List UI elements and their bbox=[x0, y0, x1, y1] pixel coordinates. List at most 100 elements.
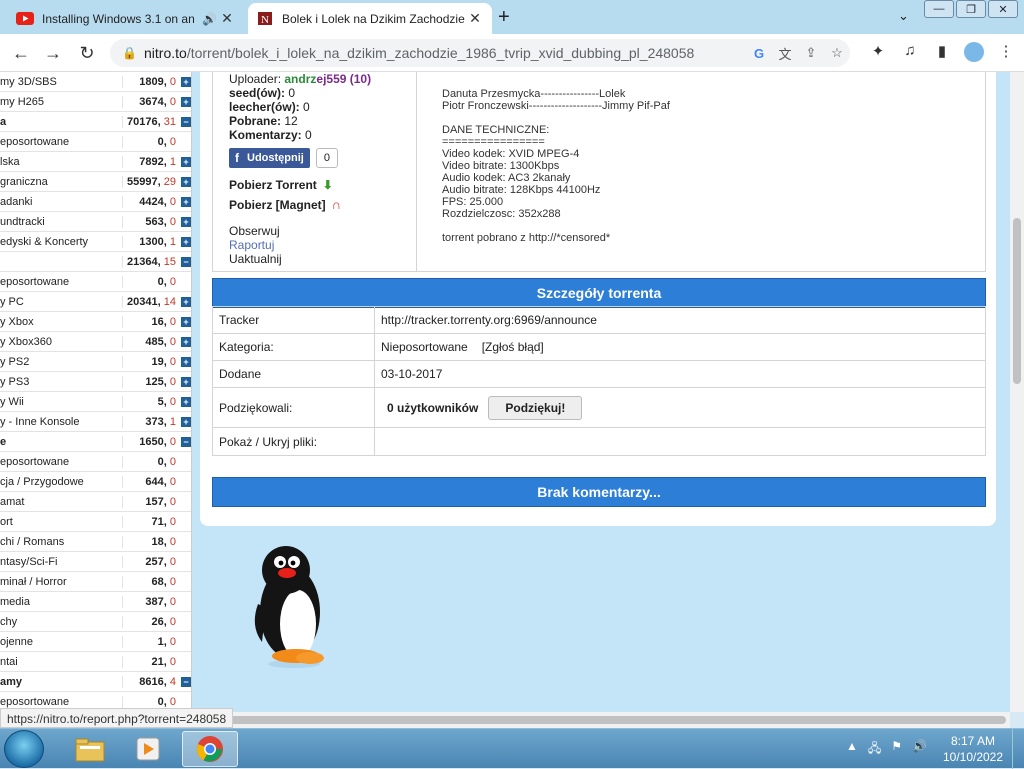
expand-icon[interactable]: + bbox=[181, 96, 191, 107]
network-icon[interactable]: 🖧 bbox=[868, 739, 881, 760]
sidebar-category-row[interactable]: my 3D/SBS 1809, 0 + bbox=[0, 72, 191, 92]
show-hidden-icons[interactable]: ▲ bbox=[846, 739, 858, 760]
category-name[interactable]: ntasy/Sci-Fi bbox=[0, 556, 122, 568]
expand-icon[interactable]: + bbox=[181, 76, 191, 87]
category-name[interactable]: my 3D/SBS bbox=[0, 76, 122, 88]
sidebar-category-row[interactable]: y PS2 19, 0 + bbox=[0, 352, 191, 372]
sidebar-category-row[interactable]: ntai 21, 0 bbox=[0, 652, 191, 672]
category-name[interactable]: y PC bbox=[0, 296, 122, 308]
sidebar-category-row[interactable]: a 70176, 31− bbox=[0, 112, 191, 132]
collapse-icon[interactable]: − bbox=[181, 436, 191, 447]
report-error-link[interactable]: [Zgłoś błąd] bbox=[482, 340, 544, 354]
category-name[interactable]: adanki bbox=[0, 196, 122, 208]
thank-button[interactable]: Podziękuj! bbox=[488, 395, 583, 420]
address-bar[interactable]: 🔒 nitro.to/torrent/bolek_i_lolek_na_dzik… bbox=[110, 39, 850, 67]
menu-icon[interactable]: ⋮ bbox=[990, 42, 1022, 66]
sidebar-category-row[interactable]: ntasy/Sci-Fi 257, 0 bbox=[0, 552, 191, 572]
translate-icon[interactable]: 文 bbox=[772, 44, 798, 63]
category-name[interactable]: minał / Horror bbox=[0, 576, 122, 588]
category-name[interactable]: eposortowane bbox=[0, 456, 122, 468]
sidebar-category-row[interactable]: y - Inne Konsole 373, 1 + bbox=[0, 412, 191, 432]
reload-icon[interactable]: ↻ bbox=[74, 40, 100, 66]
category-name[interactable]: undtracki bbox=[0, 216, 122, 228]
bookmark-star-icon[interactable]: ☆ bbox=[824, 45, 850, 61]
category-name[interactable]: chy bbox=[0, 616, 122, 628]
tab-bolek-lolek[interactable]: N Bolek i Lolek na Dzikim Zachodzie ✕ bbox=[248, 3, 492, 34]
update-link[interactable]: Uaktualnij bbox=[229, 252, 409, 266]
sidebar-category-row[interactable]: minał / Horror 68, 0 bbox=[0, 572, 191, 592]
expand-icon[interactable]: + bbox=[181, 216, 191, 227]
expand-icon[interactable]: + bbox=[181, 336, 191, 347]
category-name[interactable]: e bbox=[0, 436, 122, 448]
category-name[interactable]: y PS3 bbox=[0, 376, 122, 388]
minimize-icon[interactable]: — bbox=[924, 0, 954, 18]
toggle-files-link[interactable]: Pokaż / Ukryj pliki: bbox=[213, 428, 375, 455]
expand-icon[interactable]: + bbox=[181, 196, 191, 207]
expand-icon[interactable]: + bbox=[181, 316, 191, 327]
sidebar-category-row[interactable]: edyski & Koncerty 1300, 1 + bbox=[0, 232, 191, 252]
sidebar-category-row[interactable]: media 387, 0 bbox=[0, 592, 191, 612]
uploader-link[interactable]: andrzej559 (10) bbox=[284, 72, 371, 86]
sidebar-category-row[interactable]: ojenne 1, 0 bbox=[0, 632, 191, 652]
sidebar-category-row[interactable]: chi / Romans 18, 0 bbox=[0, 532, 191, 552]
category-name[interactable]: eposortowane bbox=[0, 696, 122, 708]
horizontal-scrollbar[interactable] bbox=[192, 712, 1010, 728]
category-name[interactable]: a bbox=[0, 116, 122, 128]
url-text[interactable]: nitro.to/torrent/bolek_i_lolek_na_dzikim… bbox=[144, 45, 746, 61]
collapse-icon[interactable]: − bbox=[181, 256, 191, 267]
lock-icon[interactable]: 🔒 bbox=[122, 46, 137, 60]
sidebar-category-row[interactable]: eposortowane 0, 0 bbox=[0, 272, 191, 292]
sidebar-category-row[interactable]: ort 71, 0 bbox=[0, 512, 191, 532]
back-icon[interactable]: ← bbox=[8, 40, 34, 66]
flag-icon[interactable]: ⚑ bbox=[891, 739, 902, 760]
restore-icon[interactable]: ❐ bbox=[956, 0, 986, 18]
sidebar-category-row[interactable]: chy 26, 0 bbox=[0, 612, 191, 632]
category-name[interactable]: eposortowane bbox=[0, 136, 122, 148]
category-name[interactable]: ojenne bbox=[0, 636, 122, 648]
speaker-icon[interactable]: 🔊 bbox=[202, 12, 218, 26]
watch-link[interactable]: Obserwuj bbox=[229, 224, 409, 238]
close-tab-icon[interactable]: ✕ bbox=[466, 10, 484, 27]
category-name[interactable]: media bbox=[0, 596, 122, 608]
media-player-icon[interactable] bbox=[120, 731, 176, 767]
sidebar-category-row[interactable]: eposortowane 0, 0 bbox=[0, 132, 191, 152]
sidebar-category-row[interactable]: y Wii 5, 0 + bbox=[0, 392, 191, 412]
category-name[interactable]: y Xbox bbox=[0, 316, 122, 328]
category-name[interactable]: y - Inne Konsole bbox=[0, 416, 122, 428]
expand-icon[interactable]: + bbox=[181, 156, 191, 167]
expand-icon[interactable]: + bbox=[181, 356, 191, 367]
category-name[interactable]: eposortowane bbox=[0, 276, 122, 288]
sidebar-category-row[interactable]: cja / Przygodowe 644, 0 bbox=[0, 472, 191, 492]
sidebar-category-row[interactable]: e 1650, 0− bbox=[0, 432, 191, 452]
category-name[interactable]: y PS2 bbox=[0, 356, 122, 368]
vertical-scrollbar[interactable] bbox=[1010, 72, 1024, 712]
sidebar-category-row[interactable]: adanki 4424, 0 + bbox=[0, 192, 191, 212]
download-torrent-link[interactable]: Pobierz Torrent ⬇ bbox=[229, 178, 409, 192]
expand-icon[interactable]: + bbox=[181, 236, 191, 247]
sidebar-category-row[interactable]: y PC 20341, 14 + bbox=[0, 292, 191, 312]
expand-icon[interactable]: + bbox=[181, 176, 191, 187]
category-link[interactable]: Nieposortowane bbox=[381, 340, 468, 354]
sidebar-category-row[interactable]: 21364, 15− bbox=[0, 252, 191, 272]
extensions-icon[interactable]: ✦ bbox=[862, 42, 894, 66]
scrollbar-thumb[interactable] bbox=[1013, 218, 1021, 384]
profile-icon[interactable] bbox=[958, 42, 990, 66]
sidebar-category-row[interactable]: amy 8616, 4− bbox=[0, 672, 191, 692]
collapse-icon[interactable]: − bbox=[181, 676, 191, 687]
start-button[interactable] bbox=[4, 730, 44, 768]
scrollbar-thumb[interactable] bbox=[196, 716, 1006, 724]
sidebar-category-row[interactable]: graniczna 55997, 29 + bbox=[0, 172, 191, 192]
sidebar-category-row[interactable]: eposortowane 0, 0 bbox=[0, 452, 191, 472]
media-control-icon[interactable]: ♫ bbox=[894, 42, 926, 66]
category-name[interactable]: edyski & Koncerty bbox=[0, 236, 122, 248]
collapse-icon[interactable]: − bbox=[181, 116, 191, 127]
close-window-icon[interactable]: ✕ bbox=[988, 0, 1018, 18]
sidebar-category-row[interactable]: my H265 3674, 0 + bbox=[0, 92, 191, 112]
category-name[interactable]: y Xbox360 bbox=[0, 336, 122, 348]
category-name[interactable]: amat bbox=[0, 496, 122, 508]
expand-icon[interactable]: + bbox=[181, 416, 191, 427]
clock[interactable]: 8:17 AM 10/10/2022 bbox=[940, 733, 1006, 765]
share-icon[interactable]: ⇪ bbox=[798, 45, 824, 61]
file-explorer-icon[interactable] bbox=[62, 731, 118, 767]
show-desktop-button[interactable] bbox=[1012, 729, 1024, 769]
